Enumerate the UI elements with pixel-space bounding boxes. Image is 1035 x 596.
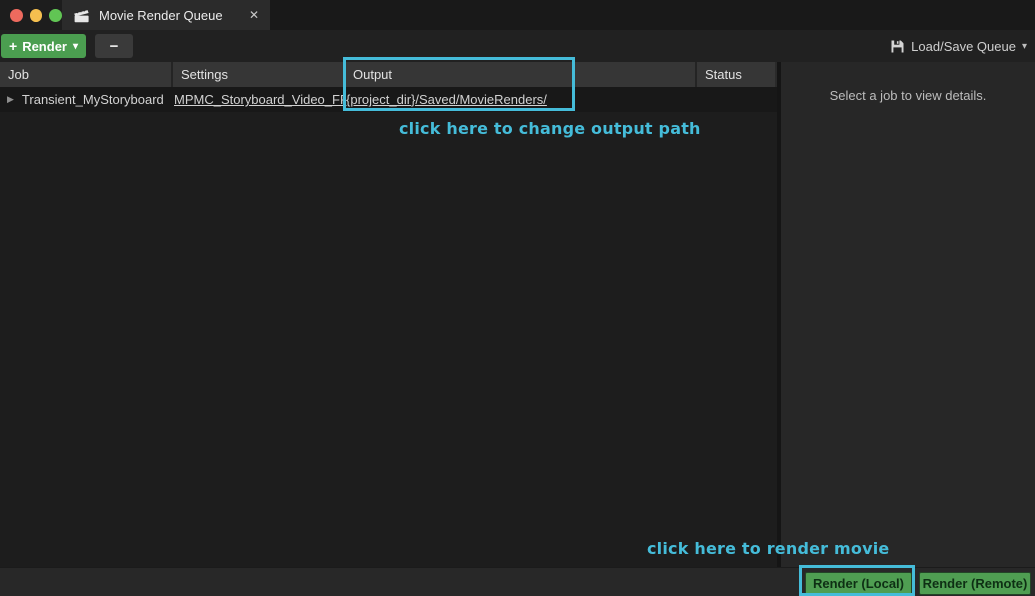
job-queue-panel: Job Settings Output Status ▶ Transient_M… (0, 62, 777, 567)
output-cell: {project_dir}/Saved/MovieRenders/ (345, 92, 697, 107)
clapperboard-icon (73, 8, 90, 23)
tab-movie-render-queue[interactable]: Movie Render Queue ✕ (62, 0, 270, 30)
floppy-disk-icon (890, 39, 905, 54)
titlebar-empty-area (270, 0, 1035, 30)
zoom-window-button[interactable] (49, 9, 62, 22)
job-cell: ▶ Transient_MyStoryboard (0, 92, 173, 107)
render-local-button[interactable]: Render (Local) (805, 572, 912, 595)
details-empty-message: Select a job to view details. (781, 88, 1035, 103)
bottom-bar: Render (Local) Render (Remote) (0, 567, 1035, 596)
details-panel: Select a job to view details. (781, 62, 1035, 567)
main-area: Job Settings Output Status ▶ Transient_M… (0, 62, 1035, 567)
queue-empty-space (0, 112, 777, 567)
remove-job-button[interactable]: − (95, 34, 133, 58)
column-header-job[interactable]: Job (0, 62, 171, 87)
output-path-link[interactable]: {project_dir}/Saved/MovieRenders/ (346, 92, 547, 107)
load-save-queue-label: Load/Save Queue (911, 39, 1016, 54)
minimize-window-button[interactable] (30, 9, 43, 22)
toolbar: + Render ▾ − Load/Save Queue ▾ (0, 30, 1035, 62)
add-render-job-button[interactable]: + Render ▾ (1, 34, 86, 58)
tab-title: Movie Render Queue (99, 8, 223, 23)
close-window-button[interactable] (10, 9, 23, 22)
column-header-output[interactable]: Output (345, 62, 695, 87)
load-save-queue-button[interactable]: Load/Save Queue ▾ (890, 39, 1029, 54)
expander-icon[interactable]: ▶ (7, 94, 14, 105)
render-button-label: Render (22, 39, 67, 54)
titlebar: Movie Render Queue ✕ (0, 0, 1035, 30)
minus-icon: − (110, 38, 119, 55)
plus-icon: + (9, 38, 17, 54)
job-name: Transient_MyStoryboard (22, 92, 164, 107)
table-row[interactable]: ▶ Transient_MyStoryboard MPMC_Storyboard… (0, 87, 777, 112)
chevron-down-icon: ▾ (1022, 41, 1027, 52)
chevron-down-icon: ▾ (73, 41, 78, 52)
queue-table-header: Job Settings Output Status (0, 62, 777, 87)
column-header-status[interactable]: Status (697, 62, 775, 87)
tab-close-icon[interactable]: ✕ (249, 8, 259, 22)
settings-cell: MPMC_Storyboard_Video_FF (173, 92, 345, 107)
render-remote-button[interactable]: Render (Remote) (919, 572, 1031, 595)
window-controls (0, 0, 62, 30)
settings-link[interactable]: MPMC_Storyboard_Video_FF (174, 92, 345, 107)
column-header-settings[interactable]: Settings (173, 62, 343, 87)
